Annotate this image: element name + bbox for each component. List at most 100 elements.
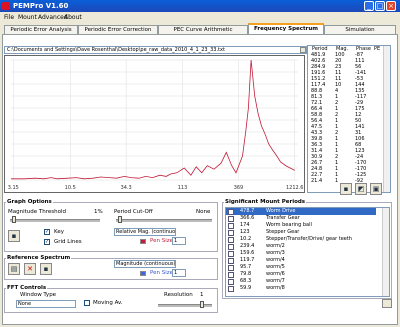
key-label: Key bbox=[54, 229, 64, 235]
x-tick-label: 369 bbox=[234, 185, 244, 191]
period-row-desc: worm/5 bbox=[266, 264, 285, 270]
close-button[interactable]: × bbox=[386, 1, 396, 11]
maximize-button[interactable]: □ bbox=[375, 1, 385, 11]
period-row-value: 123 bbox=[240, 229, 250, 235]
clear-reference-icon[interactable]: ✕ bbox=[24, 263, 36, 275]
period-row-checkbox[interactable] bbox=[228, 286, 234, 292]
period-row-desc: Worm bearing ball bbox=[266, 222, 312, 228]
save-icon[interactable]: ▪ bbox=[340, 183, 352, 195]
chart-grid bbox=[11, 59, 298, 181]
period-row-desc: worm/7 bbox=[266, 278, 285, 284]
period-cutoff-label: Period Cut-Off bbox=[114, 209, 153, 215]
menu-bar: File Mount Advanced About bbox=[0, 12, 400, 22]
key-checkbox[interactable]: ✓ bbox=[44, 229, 50, 235]
tab-periodic-error-correction[interactable]: Periodic Error Correction bbox=[78, 25, 158, 34]
significant-period-row[interactable]: 59.9 worm/8 bbox=[226, 285, 376, 292]
significant-period-row[interactable]: 366.6 Transfer Gear bbox=[226, 215, 376, 222]
graph-save-icon[interactable]: ▪ bbox=[8, 230, 20, 242]
significant-period-row[interactable]: 79.8 worm/6 bbox=[226, 271, 376, 278]
app-icon bbox=[2, 2, 10, 10]
fft-controls-title: FFT Controls bbox=[6, 285, 48, 291]
period-cutoff-slider[interactable] bbox=[116, 219, 212, 222]
row-mag: 1 bbox=[335, 178, 339, 184]
x-tick-label: 1212.6 bbox=[286, 185, 304, 191]
period-row-desc: Worm Drive bbox=[266, 208, 296, 214]
menu-mount[interactable]: Mount bbox=[18, 14, 37, 21]
graph-options-title: Graph Options bbox=[6, 199, 53, 205]
bottom-corner-button[interactable] bbox=[382, 299, 392, 308]
significant-periods-scrollbar[interactable] bbox=[382, 208, 389, 296]
load-reference-icon[interactable]: ▤ bbox=[8, 263, 20, 275]
moving-avg-label: Moving Av. bbox=[93, 300, 123, 306]
path-browse-button[interactable] bbox=[300, 47, 306, 53]
period-row-desc: worm/8 bbox=[266, 285, 285, 291]
tab-simulation[interactable]: Simulation bbox=[324, 25, 396, 34]
significant-period-row[interactable]: 119.7 worm/4 bbox=[226, 257, 376, 264]
minimize-button[interactable]: _ bbox=[364, 1, 374, 11]
period-row-value: 366.6 bbox=[240, 215, 255, 221]
significant-period-row[interactable]: 95.7 worm/5 bbox=[226, 264, 376, 271]
period-row-value: 59.9 bbox=[240, 285, 252, 291]
graph-pen-size-input[interactable]: 1 bbox=[172, 237, 186, 245]
moving-avg-checkbox[interactable] bbox=[84, 300, 90, 306]
x-tick-label: 34.3 bbox=[121, 185, 132, 191]
period-row-value: 159.6 bbox=[240, 250, 255, 256]
tab-periodic-error-analysis[interactable]: Periodic Error Analysis bbox=[4, 25, 78, 34]
resolution-label: Resolution bbox=[164, 292, 193, 298]
file-path-field[interactable]: C:\Documents and Settings\Dave Rosenthal… bbox=[4, 46, 307, 54]
window-type-select[interactable]: None bbox=[16, 300, 76, 308]
relative-mag-select[interactable]: Relative Mag. (continuous) bbox=[114, 228, 176, 236]
period-row-desc: Transfer Gear bbox=[266, 215, 300, 221]
period-row-value: 174 bbox=[240, 222, 250, 228]
reference-spectrum-title: Reference Spectrum bbox=[6, 255, 72, 261]
significant-period-row[interactable]: 478.7 Worm Drive bbox=[226, 208, 376, 215]
title-bar: PEMPro V1.60 _ □ × bbox=[0, 0, 400, 12]
reference-pen-color-swatch[interactable] bbox=[140, 271, 146, 276]
spectrum-list-scrollbar[interactable] bbox=[383, 46, 390, 192]
x-tick-label: 3.15 bbox=[8, 185, 19, 191]
graph-pen-color-swatch[interactable] bbox=[140, 239, 146, 244]
significant-period-row[interactable]: 239.4 worm/2 bbox=[226, 243, 376, 250]
resolution-value: 1 bbox=[200, 292, 204, 298]
tab-pec-curve-arithmetic[interactable]: PEC Curve Arithmetic bbox=[158, 25, 248, 34]
period-cutoff-thumb[interactable] bbox=[118, 216, 122, 223]
significant-period-row[interactable]: 174 Worm bearing ball bbox=[226, 222, 376, 229]
period-row-desc: Stepper/Transfer/Drive/ gear teeth bbox=[266, 236, 352, 242]
period-row-value: 79.8 bbox=[240, 271, 252, 277]
tab-frequency-spectrum[interactable]: Frequency Spectrum bbox=[248, 23, 324, 34]
magnitude-threshold-slider[interactable] bbox=[10, 219, 100, 222]
spectrum-series-line bbox=[11, 59, 295, 180]
significant-period-row[interactable]: 123 Stepper Gear bbox=[226, 229, 376, 236]
magnitude-threshold-label: Magnitude Threshold bbox=[8, 209, 66, 215]
reference-pen-size-input[interactable]: 1 bbox=[172, 269, 186, 277]
period-row-value: 68.3 bbox=[240, 278, 252, 284]
gridlines-label: Grid Lines bbox=[54, 239, 82, 245]
period-row-value: 239.4 bbox=[240, 243, 255, 249]
window-title: PEMPro V1.60 bbox=[13, 2, 69, 10]
significant-period-row[interactable]: 159.6 worm/3 bbox=[226, 250, 376, 257]
reference-save-icon[interactable]: ▪ bbox=[40, 263, 52, 275]
window-type-label: Window Type bbox=[20, 292, 57, 298]
print-icon[interactable]: ▣ bbox=[370, 183, 382, 195]
period-row-desc: worm/6 bbox=[266, 271, 285, 277]
export-icon[interactable]: ◩ bbox=[355, 183, 367, 195]
menu-about[interactable]: About bbox=[64, 14, 82, 21]
significant-periods-title: Significant Mount Periods bbox=[224, 199, 307, 205]
gridlines-checkbox[interactable]: ✓ bbox=[44, 239, 50, 245]
menu-file[interactable]: File bbox=[4, 14, 14, 21]
period-row-value: 478.7 bbox=[240, 208, 255, 214]
spectrum-chart: 3.15 10.5 34.3 113 369 1212.6 bbox=[8, 59, 304, 191]
x-tick-labels: 3.15 10.5 34.3 113 369 1212.6 bbox=[8, 185, 304, 191]
reference-mag-select[interactable]: Magnitude (continuous) bbox=[114, 260, 176, 268]
significant-period-row[interactable]: 10.2 Stepper/Transfer/Drive/ gear teeth bbox=[226, 236, 376, 243]
significant-period-row[interactable]: 68.3 worm/7 bbox=[226, 278, 376, 285]
resolution-thumb[interactable] bbox=[200, 301, 204, 308]
x-tick-label: 113 bbox=[178, 185, 188, 191]
tab-bar: Periodic Error Analysis Periodic Error C… bbox=[2, 23, 398, 34]
period-row-desc: worm/4 bbox=[266, 257, 285, 263]
period-row-value: 119.7 bbox=[240, 257, 255, 263]
x-tick-label: 10.5 bbox=[65, 185, 76, 191]
magnitude-threshold-thumb[interactable] bbox=[12, 216, 16, 223]
period-row-desc: worm/2 bbox=[266, 243, 285, 249]
row-period: 21.4 bbox=[311, 178, 323, 184]
